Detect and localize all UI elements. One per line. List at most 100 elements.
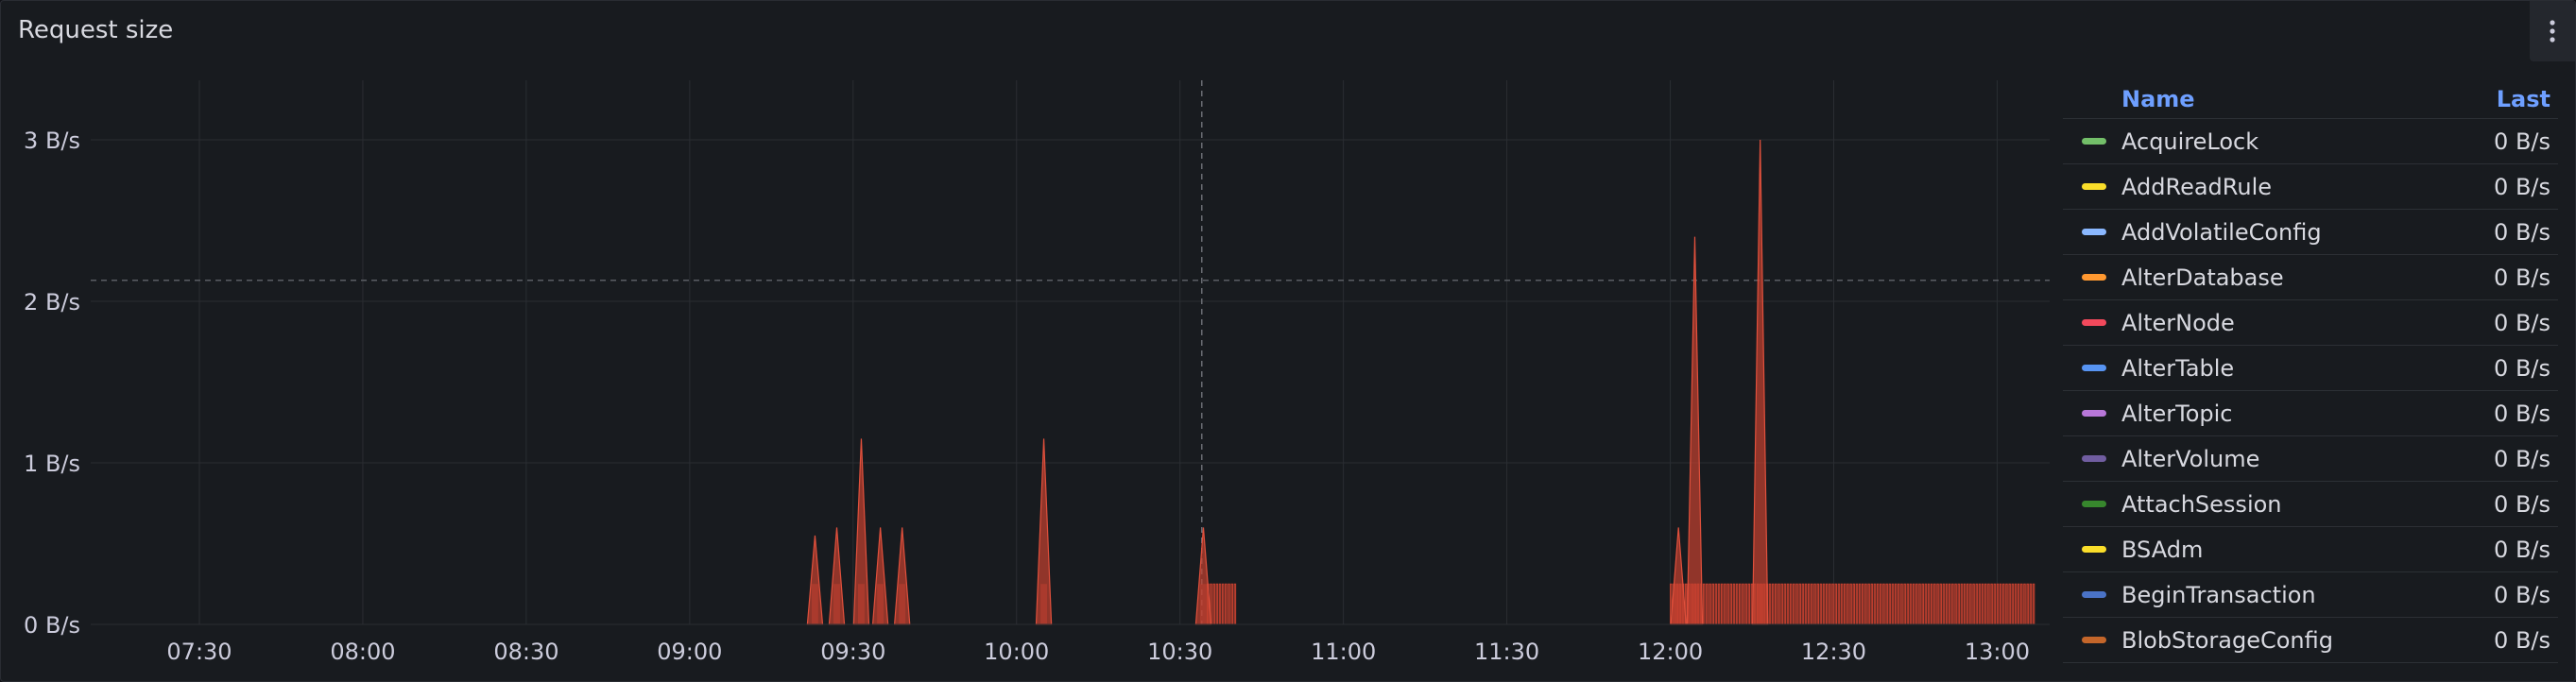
baseline-pulse — [1978, 583, 1982, 625]
baseline-pulse — [1969, 583, 1972, 625]
baseline-pulse — [1912, 583, 1915, 625]
legend-item-last: 0 B/s — [2494, 218, 2550, 246]
baseline-pulse — [1873, 583, 1877, 625]
x-tick-label: 11:30 — [1474, 639, 1539, 665]
more-vertical-icon — [2550, 20, 2555, 43]
baseline-pulse — [1999, 583, 2002, 625]
legend-item-name: AlterVolume — [2121, 445, 2260, 472]
baseline-pulse — [1795, 583, 1798, 625]
legend-swatch — [2082, 229, 2106, 235]
baseline-pulse — [1951, 583, 1954, 625]
baseline-pulse — [1930, 583, 1933, 625]
baseline-pulse — [1215, 583, 1219, 625]
baseline-pulse — [1975, 583, 1979, 625]
baseline-pulse — [1811, 583, 1813, 625]
baseline-pulse — [1894, 583, 1898, 625]
legend-item-last: 0 B/s — [2494, 173, 2550, 200]
legend-item[interactable]: BlobStorageConfig 0 B/s — [2063, 618, 2558, 663]
baseline-pulse — [1936, 583, 1939, 625]
legend-item[interactable]: AcquireLock 0 B/s — [2063, 119, 2558, 164]
legend-item-last: 0 B/s — [2494, 581, 2550, 608]
legend-item[interactable]: AlterTopic 0 B/s — [2063, 391, 2558, 436]
legend-item[interactable]: BeginTransaction 0 B/s — [2063, 572, 2558, 618]
legend-item-name: AlterNode — [2121, 309, 2235, 336]
baseline-pulse — [1987, 583, 1990, 625]
baseline-pulse — [1771, 583, 1775, 625]
baseline-pulse — [1954, 583, 1957, 625]
baseline-pulse — [1777, 583, 1780, 625]
baseline-pulse — [2023, 583, 2026, 625]
request-size-chart[interactable]: 0 B/s 1 B/s 2 B/s 3 B/s 07:30 08:00 08:30 09:00… — [1, 80, 2061, 666]
baseline-pulse — [1996, 583, 2000, 625]
baseline-pulse — [1225, 583, 1228, 625]
panel-menu-button[interactable] — [2530, 1, 2575, 61]
legend-item-name: BlobStorageConfig — [2121, 626, 2333, 654]
legend: Name Last AcquireLock 0 B/s AddReadRule 0 B… — [2063, 80, 2558, 663]
baseline-pulse — [1783, 583, 1787, 625]
legend-swatch — [2082, 138, 2106, 145]
baseline-pulse — [1218, 583, 1222, 625]
legend-item[interactable]: AlterNode 0 B/s — [2063, 300, 2558, 346]
baseline-pulse — [1221, 583, 1225, 625]
baseline-pulse — [1793, 583, 1795, 625]
y-tick-label: 1 B/s — [24, 451, 80, 477]
baseline-pulse — [1840, 583, 1844, 625]
baseline-pulse — [1945, 583, 1949, 625]
baseline-pulse — [1742, 583, 1744, 625]
baseline-pulse — [1903, 583, 1906, 625]
legend-item-last: 0 B/s — [2494, 400, 2550, 427]
legend-item[interactable]: AlterDatabase 0 B/s — [2063, 255, 2558, 300]
baseline-pulse — [1852, 583, 1856, 625]
x-tick-label: 08:00 — [330, 639, 395, 665]
spike-base — [899, 584, 906, 624]
baseline-pulse — [1861, 583, 1864, 625]
baseline-pulse — [1807, 583, 1811, 625]
baseline-pulse — [1837, 583, 1841, 625]
y-tick-label: 2 B/s — [24, 289, 80, 315]
baseline-pulse — [1816, 583, 1819, 625]
baseline-pulse — [1786, 583, 1790, 625]
baseline-pulse — [1729, 583, 1733, 625]
x-tick-label: 07:30 — [166, 639, 232, 665]
baseline-pulse — [1798, 583, 1801, 625]
baseline-pulse — [1885, 583, 1888, 625]
x-tick-label: 10:00 — [984, 639, 1049, 665]
baseline-pulse — [1966, 583, 1969, 625]
baseline-pulse — [1891, 583, 1895, 625]
legend-item-name: AddVolatileConfig — [2121, 218, 2322, 246]
baseline-pulse — [1876, 583, 1880, 625]
legend-header-name[interactable]: Name — [2121, 86, 2497, 112]
spike-base — [1692, 584, 1698, 624]
legend-swatch — [2082, 591, 2106, 598]
baseline-pulse — [2032, 583, 2035, 625]
x-tick-label: 09:30 — [820, 639, 885, 665]
panel-title: Request size — [18, 16, 174, 44]
legend-item[interactable]: AlterTable 0 B/s — [2063, 346, 2558, 391]
baseline-pulse — [1789, 583, 1793, 625]
x-tick-label: 09:00 — [657, 639, 722, 665]
baseline-pulse — [1858, 583, 1862, 625]
spike-base — [1674, 584, 1682, 624]
legend-item[interactable]: AlterVolume 0 B/s — [2063, 436, 2558, 482]
baseline-pulse — [1990, 583, 1993, 625]
x-tick-label: 10:30 — [1147, 639, 1212, 665]
legend-item[interactable]: BSAdm 0 B/s — [2063, 527, 2558, 572]
baseline-pulse — [1867, 583, 1870, 625]
legend-item-name: BeginTransaction — [2121, 581, 2316, 608]
x-tick-label: 11:00 — [1311, 639, 1376, 665]
legend-item[interactable]: AttachSession 0 B/s — [2063, 482, 2558, 527]
baseline-pulse — [1230, 583, 1233, 625]
baseline-pulse — [1888, 583, 1892, 625]
legend-item-name: AttachSession — [2121, 490, 2282, 518]
legend-item[interactable]: AddReadRule 0 B/s — [2063, 164, 2558, 210]
legend-header-last[interactable]: Last — [2497, 86, 2550, 112]
x-tick-label: 12:30 — [1801, 639, 1866, 665]
legend-item[interactable]: AddVolatileConfig 0 B/s — [2063, 210, 2558, 255]
baseline-pulse — [1918, 583, 1921, 625]
baseline-pulse — [1924, 583, 1928, 625]
y-tick-label: 0 B/s — [24, 612, 80, 639]
baseline-pulse — [1960, 583, 1964, 625]
baseline-pulse — [1747, 583, 1751, 625]
baseline-pulse — [1933, 583, 1936, 625]
legend-item-name: AlterTopic — [2121, 400, 2233, 427]
